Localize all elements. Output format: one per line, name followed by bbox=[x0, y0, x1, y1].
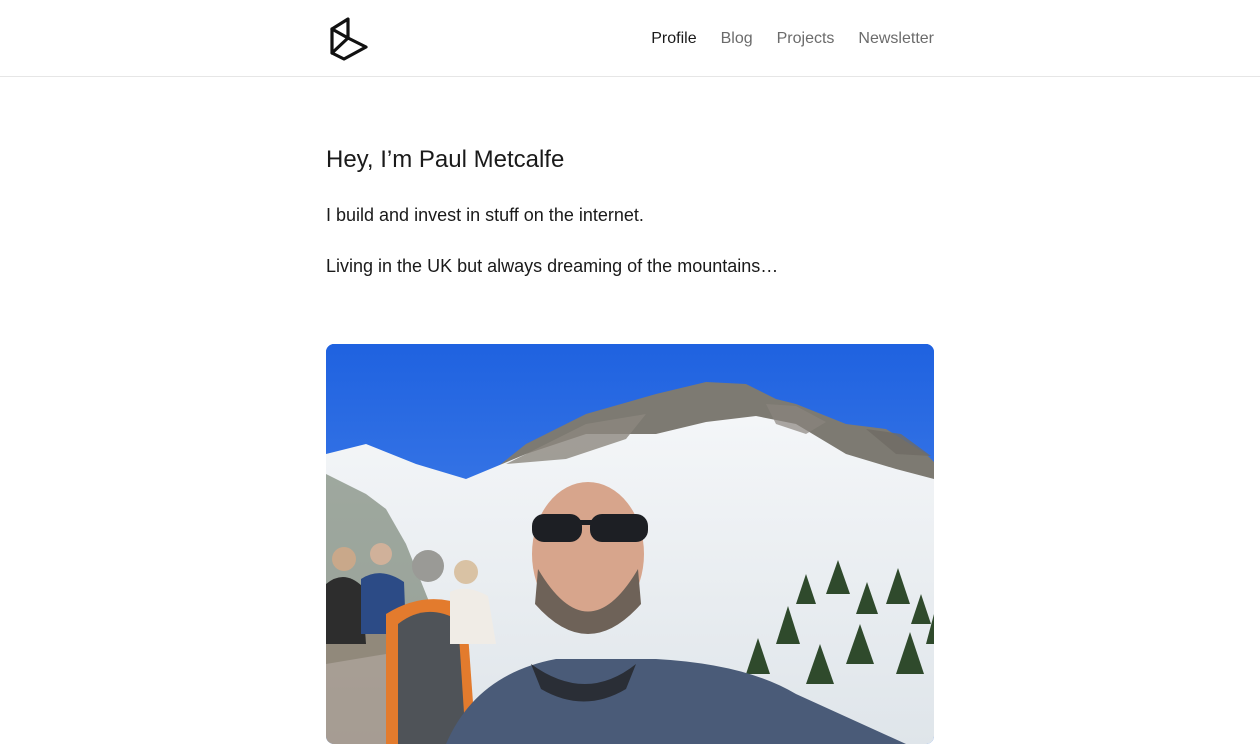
profile-photo bbox=[326, 344, 934, 744]
nav-projects[interactable]: Projects bbox=[777, 30, 835, 48]
intro-paragraph: I build and invest in stuff on the inter… bbox=[326, 205, 644, 225]
nav-profile[interactable]: Profile bbox=[651, 30, 696, 48]
nav-newsletter[interactable]: Newsletter bbox=[858, 30, 934, 48]
location-paragraph: Living in the UK but always dreaming of … bbox=[326, 256, 779, 276]
logo-icon bbox=[330, 16, 368, 61]
header-inner: Profile Blog Projects Newsletter bbox=[326, 0, 934, 77]
main-content: Hey, I’m Paul Metcalfe I build and inves… bbox=[326, 145, 934, 744]
nav-blog[interactable]: Blog bbox=[721, 30, 753, 48]
site-header: Profile Blog Projects Newsletter bbox=[0, 0, 1260, 77]
main-nav: Profile Blog Projects Newsletter bbox=[651, 30, 934, 48]
site-logo[interactable] bbox=[326, 16, 372, 62]
page-title: Hey, I’m Paul Metcalfe bbox=[326, 146, 565, 173]
